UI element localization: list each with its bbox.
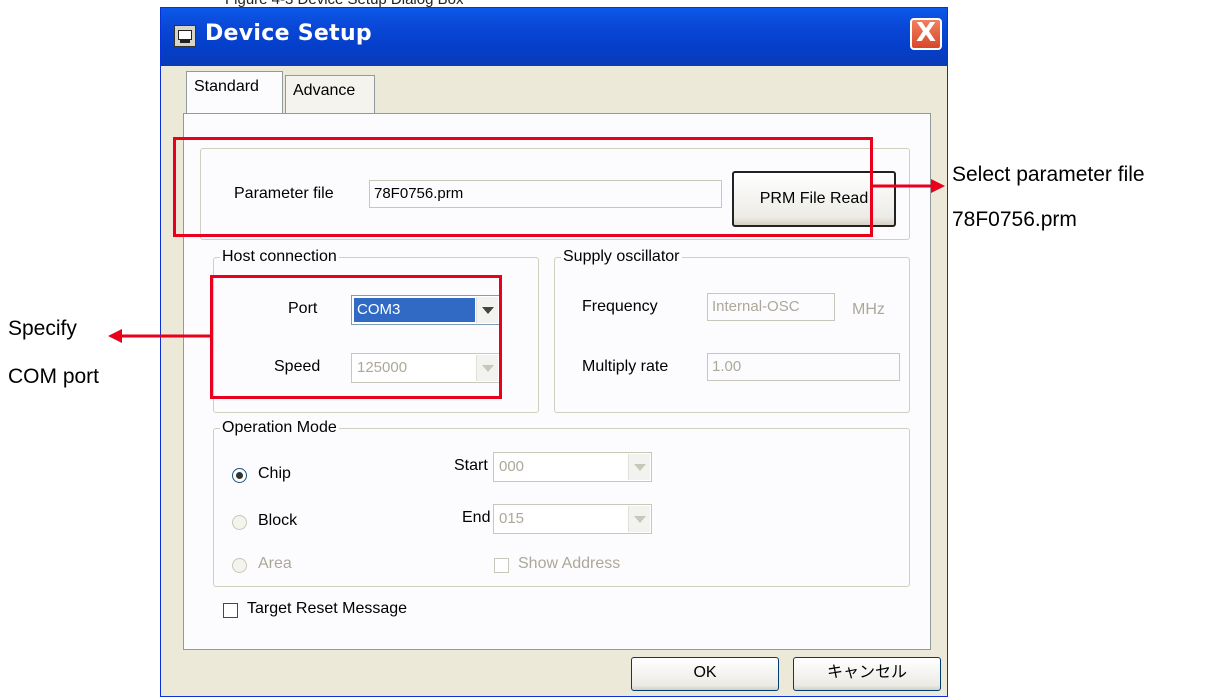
callout-arrows xyxy=(108,179,945,343)
parameter-callout-line2: 78F0756.prm xyxy=(952,208,1077,231)
parameter-callout-line1: Select parameter file xyxy=(952,163,1145,186)
tab-standard[interactable]: Standard xyxy=(186,71,283,113)
parameter-arrow-head xyxy=(931,179,945,193)
port-callout-line2: COM port xyxy=(8,365,100,388)
port-arrow-head xyxy=(108,329,122,343)
port-callout-line1: Specify xyxy=(8,317,77,340)
